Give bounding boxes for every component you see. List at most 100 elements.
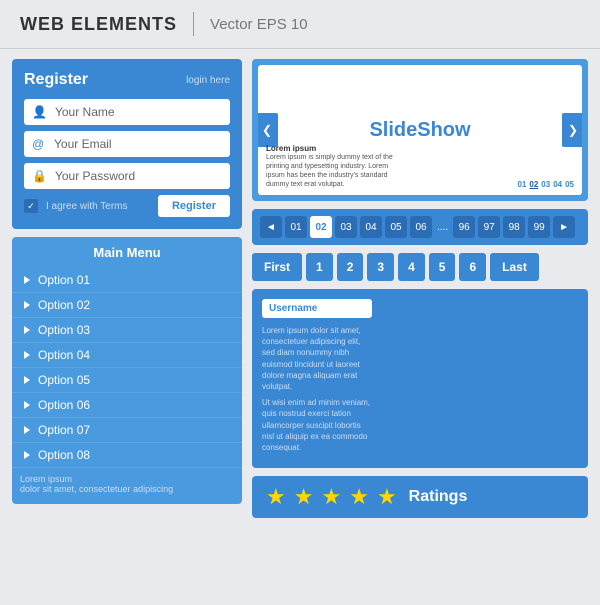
checkbox-row: ✓ I agree with Terms Register <box>24 195 230 217</box>
ratings-bar: ★ ★ ★ ★ ★ Ratings <box>252 476 588 518</box>
star-5[interactable]: ★ <box>377 484 397 510</box>
slideshow-inner: ❮ SlideShow ❯ Lorem ipsum Lorem ipsum is… <box>258 65 582 195</box>
slide-dot-1[interactable]: 01 <box>517 180 526 189</box>
page-btn-6[interactable]: 6 <box>459 253 486 281</box>
arrow-icon-6 <box>24 401 30 409</box>
slideshow-next-button[interactable]: ❯ <box>562 113 582 147</box>
menu-item-6[interactable]: Option 06 <box>12 393 242 418</box>
app-subtitle: Vector EPS 10 <box>210 16 308 33</box>
page-04[interactable]: 04 <box>360 216 382 238</box>
lorem-title: Lorem ipsum <box>266 144 406 153</box>
menu-item-1[interactable]: Option 01 <box>12 268 242 293</box>
app-title: WEB ELEMENTS <box>20 14 177 35</box>
slideshow: ❮ SlideShow ❯ Lorem ipsum Lorem ipsum is… <box>252 59 588 201</box>
user-icon: 👤 <box>32 105 47 119</box>
page-btn-1[interactable]: 1 <box>306 253 333 281</box>
username-field[interactable]: Username <box>262 299 372 318</box>
menu-label-4: Option 04 <box>38 348 90 362</box>
menu-item-3[interactable]: Option 03 <box>12 318 242 343</box>
slideshow-title: SlideShow <box>369 119 470 142</box>
menu-label-7: Option 07 <box>38 423 90 437</box>
menu-item-7[interactable]: Option 07 <box>12 418 242 443</box>
arrow-icon-3 <box>24 326 30 334</box>
arrow-icon-5 <box>24 376 30 384</box>
email-field[interactable]: @ Your Email <box>24 131 230 157</box>
left-column: Register login here 👤 Your Name @ Your E… <box>12 59 242 595</box>
slideshow-footer: Lorem ipsum Lorem ipsum is simply dummy … <box>266 144 574 189</box>
menu-item-4[interactable]: Option 04 <box>12 343 242 368</box>
menu-footer: Lorem ipsumdolor sit amet, consectetuer … <box>12 468 242 496</box>
slide-dot-4[interactable]: 04 <box>553 180 562 189</box>
page-99[interactable]: 99 <box>528 216 550 238</box>
page-btn-2[interactable]: 2 <box>337 253 364 281</box>
first-button[interactable]: First <box>252 253 302 281</box>
email-label: Your Email <box>54 137 112 151</box>
nav-buttons: First 1 2 3 4 5 6 Last <box>252 253 588 281</box>
slideshow-caption: Lorem ipsum Lorem ipsum is simply dummy … <box>266 144 406 189</box>
card-text-1: Lorem ipsum dolor sit amet, consectetuer… <box>262 325 372 453</box>
page-03[interactable]: 03 <box>335 216 357 238</box>
ratings-label: Ratings <box>409 488 468 506</box>
password-label: Your Password <box>55 169 135 183</box>
last-button[interactable]: Last <box>490 253 539 281</box>
pagination-prev[interactable]: ◄ <box>260 216 282 238</box>
email-icon: @ <box>32 137 46 151</box>
password-field[interactable]: 🔒 Your Password <box>24 163 230 189</box>
star-2[interactable]: ★ <box>294 484 314 510</box>
content-card: Username Lorem ipsum dolor sit amet, con… <box>252 289 588 468</box>
page-98[interactable]: 98 <box>503 216 525 238</box>
pagination: ◄ 01 02 03 04 05 06 .... 96 97 98 99 ► <box>252 209 588 245</box>
page-btn-3[interactable]: 3 <box>367 253 394 281</box>
header: WEB ELEMENTS Vector EPS 10 <box>0 0 600 49</box>
menu-label-6: Option 06 <box>38 398 90 412</box>
slide-dot-5[interactable]: 05 <box>565 180 574 189</box>
star-1[interactable]: ★ <box>266 484 286 510</box>
arrow-icon-2 <box>24 301 30 309</box>
slideshow-prev-button[interactable]: ❮ <box>258 113 278 147</box>
right-column: ❮ SlideShow ❯ Lorem ipsum Lorem ipsum is… <box>242 59 588 595</box>
arrow-icon-1 <box>24 276 30 284</box>
menu-item-5[interactable]: Option 05 <box>12 368 242 393</box>
card-left: Username Lorem ipsum dolor sit amet, con… <box>262 299 372 458</box>
arrow-icon-8 <box>24 451 30 459</box>
page-btn-5[interactable]: 5 <box>429 253 456 281</box>
page-05[interactable]: 05 <box>385 216 407 238</box>
star-4[interactable]: ★ <box>349 484 369 510</box>
slide-dot-2[interactable]: 02 <box>529 180 538 189</box>
agree-label: I agree with Terms <box>46 201 150 212</box>
page-06[interactable]: 06 <box>410 216 432 238</box>
page-97[interactable]: 97 <box>478 216 500 238</box>
lock-icon: 🔒 <box>32 169 47 183</box>
page-02[interactable]: 02 <box>310 216 332 238</box>
pagination-ellipsis: .... <box>435 222 450 233</box>
register-header: Register login here <box>24 71 230 89</box>
menu-label-8: Option 08 <box>38 448 90 462</box>
star-3[interactable]: ★ <box>321 484 341 510</box>
slide-dot-3[interactable]: 03 <box>541 180 550 189</box>
arrow-icon-7 <box>24 426 30 434</box>
page-btn-4[interactable]: 4 <box>398 253 425 281</box>
page-01[interactable]: 01 <box>285 216 307 238</box>
page-96[interactable]: 96 <box>453 216 475 238</box>
checkmark-icon: ✓ <box>27 201 35 212</box>
card-para-1: Lorem ipsum dolor sit amet, consectetuer… <box>262 325 372 392</box>
name-label: Your Name <box>55 105 115 119</box>
menu-label-5: Option 05 <box>38 373 90 387</box>
menu-title: Main Menu <box>12 245 242 264</box>
menu-footer-text: Lorem ipsumdolor sit amet, consectetuer … <box>20 474 234 494</box>
login-link[interactable]: login here <box>186 75 230 86</box>
name-field[interactable]: 👤 Your Name <box>24 99 230 125</box>
header-divider <box>193 12 194 36</box>
pagination-next[interactable]: ► <box>553 216 575 238</box>
register-button[interactable]: Register <box>158 195 230 217</box>
menu-item-2[interactable]: Option 02 <box>12 293 242 318</box>
lorem-detail: Lorem ipsum is simply dummy text of the … <box>266 153 406 189</box>
menu-item-8[interactable]: Option 08 <box>12 443 242 468</box>
menu-label-3: Option 03 <box>38 323 90 337</box>
register-title: Register <box>24 71 88 89</box>
menu-label-1: Option 01 <box>38 273 90 287</box>
card-para-2: Ut wisi enim ad minim veniam, quis nostr… <box>262 397 372 453</box>
slide-indicators: 01 02 03 04 05 <box>517 180 574 189</box>
main-content: Register login here 👤 Your Name @ Your E… <box>0 49 600 605</box>
agree-checkbox[interactable]: ✓ <box>24 199 38 213</box>
